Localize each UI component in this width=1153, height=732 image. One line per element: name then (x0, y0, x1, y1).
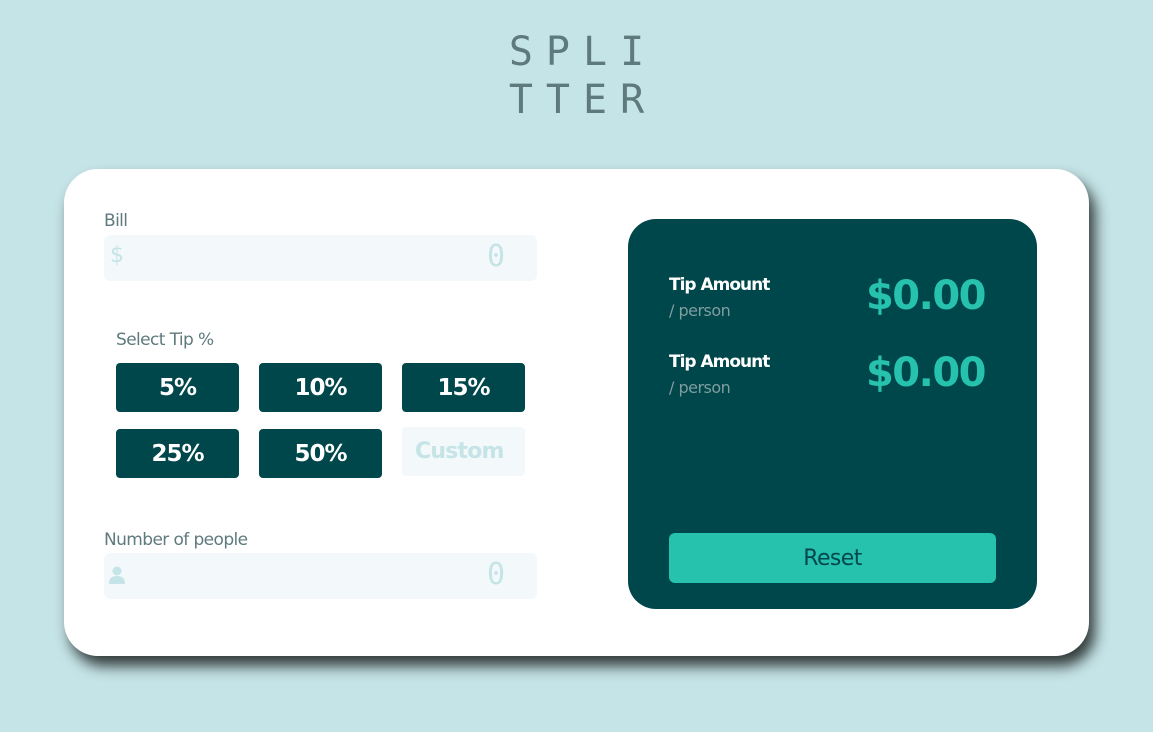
tip-50-button[interactable]: 50% (259, 429, 382, 478)
total-amount-per-person: / person (669, 378, 731, 397)
tip-15-button[interactable]: 15% (402, 363, 525, 412)
calculator-card: Bill $ 0 Select Tip % 5% 10% 15% 25% 50%… (64, 169, 1089, 656)
person-icon (109, 566, 125, 584)
bill-label: Bill (104, 211, 128, 231)
logo-line-1: SPLI (508, 29, 658, 75)
tip-10-button[interactable]: 10% (259, 363, 382, 412)
reset-button[interactable]: Reset (669, 533, 996, 583)
bill-input[interactable]: $ 0 (104, 235, 537, 281)
bill-value: 0 (486, 239, 505, 274)
total-amount-title: Tip Amount (669, 352, 770, 372)
tip-amount-title: Tip Amount (669, 275, 770, 295)
people-input[interactable]: 0 (104, 553, 537, 599)
tip-25-button[interactable]: 25% (116, 429, 239, 478)
total-amount-value: $0.00 (865, 350, 987, 396)
tip-amount-value: $0.00 (865, 273, 987, 319)
app-logo: SPLI TTER (0, 28, 1153, 124)
tip-amount-per-person: / person (669, 301, 731, 320)
results-panel: Tip Amount / person $0.00 Tip Amount / p… (628, 219, 1037, 609)
people-value: 0 (486, 557, 505, 592)
people-label: Number of people (104, 530, 248, 550)
tip-5-button[interactable]: 5% (116, 363, 239, 412)
select-tip-label: Select Tip % (116, 330, 214, 350)
custom-tip-input[interactable]: Custom (402, 427, 525, 476)
dollar-icon: $ (110, 243, 124, 268)
logo-line-2: TTER (508, 77, 658, 123)
